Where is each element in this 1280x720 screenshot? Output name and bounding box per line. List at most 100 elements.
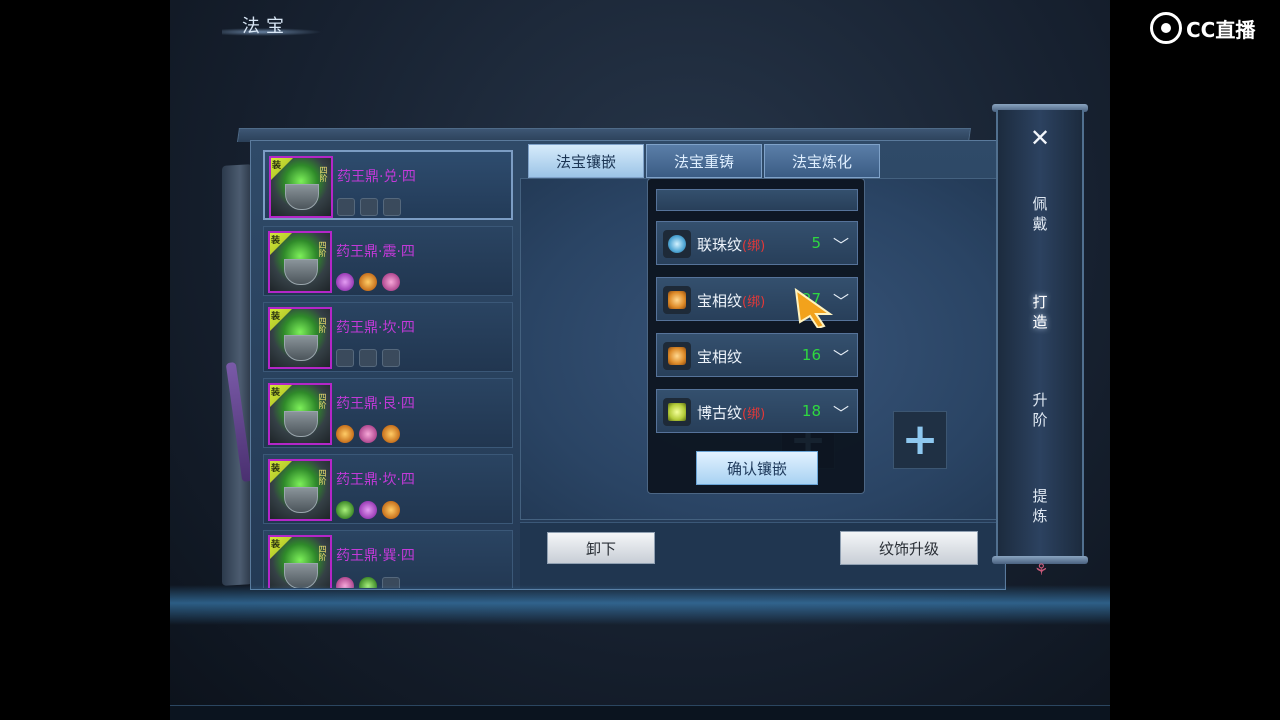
page-title: 法宝 [242, 16, 290, 37]
empty-gem-slot [360, 198, 378, 216]
pattern-count: 18 [801, 402, 821, 420]
pattern-icon [663, 342, 691, 370]
empty-gem-slot [337, 198, 355, 216]
equipped-flag-label: 装 [271, 540, 281, 550]
gem-slots [337, 198, 401, 216]
empty-gem-slot [359, 349, 377, 367]
tab-recast[interactable]: 法宝重铸 [646, 144, 762, 178]
empty-gem-slot [336, 349, 354, 367]
empty-gem-slot [383, 198, 401, 216]
pattern-icon [663, 230, 691, 258]
equipped-flag: 装 [270, 537, 292, 559]
dropdown-row-partial[interactable] [656, 189, 858, 211]
pattern-count: 16 [801, 346, 821, 364]
dropdown-row[interactable]: 博古纹(绑) 18 ﹀ [656, 389, 858, 433]
pattern-dropdown[interactable]: 联珠纹(绑) 5 ﹀ 宝相纹(绑) 27 ﹀ 宝相纹 16 ﹀ 博古纹(绑) 1… [647, 178, 865, 494]
equipped-flag-label: 装 [271, 464, 281, 474]
empty-gem-slot [382, 349, 400, 367]
cauldron-shape [284, 487, 318, 513]
dropdown-row[interactable]: 联珠纹(绑) 5 ﹀ [656, 221, 858, 265]
equip-name: 药王鼎·艮·四 [336, 396, 415, 412]
confirm-inlay-button[interactable]: 确认镶嵌 [696, 451, 818, 485]
gem-slots [336, 349, 400, 367]
bound-tag: (绑) [742, 239, 766, 254]
bound-tag: (绑) [742, 295, 766, 310]
watermark-text: CC直播 [1186, 17, 1256, 42]
chevron-down-icon[interactable]: ﹀ [833, 288, 849, 312]
tab-label: 法宝重铸 [673, 152, 734, 171]
equip-list-item[interactable]: 装四阶 药王鼎·艮·四 [263, 378, 513, 448]
side-nav-extract[interactable]: 提炼 [1028, 486, 1052, 526]
pattern-icon [663, 286, 691, 314]
cauldron-shape [284, 259, 318, 285]
side-nav-wear[interactable]: 佩戴 [1028, 194, 1052, 234]
equip-name: 药王鼎·坎·四 [336, 472, 415, 488]
equip-name: 药王鼎·兑·四 [337, 169, 416, 185]
equipped-flag-label: 装 [272, 161, 282, 171]
dropdown-row[interactable]: 宝相纹 16 ﹀ [656, 333, 858, 377]
cc-logo-icon [1150, 12, 1182, 44]
orange-gem-icon [382, 425, 400, 443]
gem-slots [336, 425, 400, 443]
add-slot-right[interactable]: + [893, 411, 947, 469]
gem-slots [336, 273, 400, 291]
pattern-count: 5 [811, 234, 821, 252]
equip-list-item[interactable]: 装四阶 药王鼎·坎·四 [263, 454, 513, 524]
equipped-flag: 装 [270, 385, 292, 407]
gem-slots [336, 501, 400, 519]
chevron-down-icon[interactable]: ﹀ [833, 232, 849, 256]
orange-gem-icon [382, 501, 400, 519]
cauldron-shape [285, 184, 319, 210]
rank-label: 四阶 [319, 166, 328, 182]
purple-gem-icon [359, 501, 377, 519]
equipped-flag: 装 [270, 461, 292, 483]
rank-label: 四阶 [318, 545, 327, 561]
tab-refine[interactable]: 法宝炼化 [764, 144, 880, 178]
cauldron-item-icon: 装四阶 [269, 156, 333, 218]
pattern-name: 宝相纹 [697, 348, 743, 366]
equip-list-item[interactable]: 装四阶 药王鼎·巽·四 [263, 530, 513, 588]
cursor-icon [794, 288, 834, 328]
equip-name: 药王鼎·坎·四 [336, 320, 415, 336]
cauldron-item-icon: 装 四阶 [268, 307, 332, 369]
pink-gem-icon [359, 425, 377, 443]
watermark: CC直播 [1150, 12, 1255, 44]
equipped-flag-label: 装 [271, 388, 281, 398]
pink-gem-icon [382, 273, 400, 291]
cauldron-item-icon: 装四阶 [268, 459, 332, 521]
equip-list-item[interactable]: 装 四阶 药王鼎·坎·四 [263, 302, 513, 372]
chevron-down-icon[interactable]: ﹀ [833, 344, 849, 368]
equipped-flag: 装 [270, 309, 292, 331]
green-gem-icon [336, 501, 354, 519]
tassel-icon: ⚘ [1034, 560, 1049, 579]
pattern-upgrade-button[interactable]: 纹饰升级 [840, 531, 978, 565]
game-window: 法宝 装四阶 药王鼎·兑·四装四阶 药王鼎·震·四装四阶 药王鼎·坎·四装四阶 药王鼎·… [170, 0, 1110, 720]
cauldron-shape [284, 335, 318, 361]
cauldron-item-icon: 装四阶 [268, 231, 332, 293]
rank-label: 四阶 [318, 393, 327, 409]
equip-name: 药王鼎·巽·四 [336, 548, 415, 564]
cauldron-item-icon: 装四阶 [268, 383, 332, 445]
rank-label: 四阶 [318, 469, 327, 485]
tab-inlay[interactable]: 法宝镶嵌 [528, 144, 644, 178]
rank-label: 四阶 [318, 317, 327, 333]
pattern-icon [663, 398, 691, 426]
equip-list-item[interactable]: 装四阶 药王鼎·震·四 [263, 226, 513, 296]
equipped-flag: 装 [270, 233, 292, 255]
side-nav-advance[interactable]: 升阶 [1028, 390, 1052, 430]
unequip-button[interactable]: 卸下 [547, 532, 655, 564]
equip-name: 药王鼎·震·四 [336, 244, 415, 260]
equip-list-item[interactable]: 装四阶 药王鼎·兑·四 [263, 150, 513, 220]
bottom-bar [170, 705, 1110, 720]
pattern-name: 联珠纹 [697, 236, 743, 254]
equipped-flag: 装 [271, 158, 293, 180]
orange-gem-icon [336, 425, 354, 443]
cauldron-shape [284, 411, 318, 437]
side-nav-forge[interactable]: 打造 [1028, 292, 1052, 332]
purple-gem-icon [336, 273, 354, 291]
equip-list[interactable]: 装四阶 药王鼎·兑·四装四阶 药王鼎·震·四装四阶 药王鼎·坎·四装四阶 药王鼎·艮·四… [263, 150, 515, 588]
close-icon[interactable]: ✕ [1028, 126, 1052, 150]
chevron-down-icon[interactable]: ﹀ [833, 400, 849, 424]
orange-gem-icon [359, 273, 377, 291]
stream-frame: 法宝 装四阶 药王鼎·兑·四装四阶 药王鼎·震·四装四阶 药王鼎·坎·四装四阶 药王鼎·… [0, 0, 1280, 720]
